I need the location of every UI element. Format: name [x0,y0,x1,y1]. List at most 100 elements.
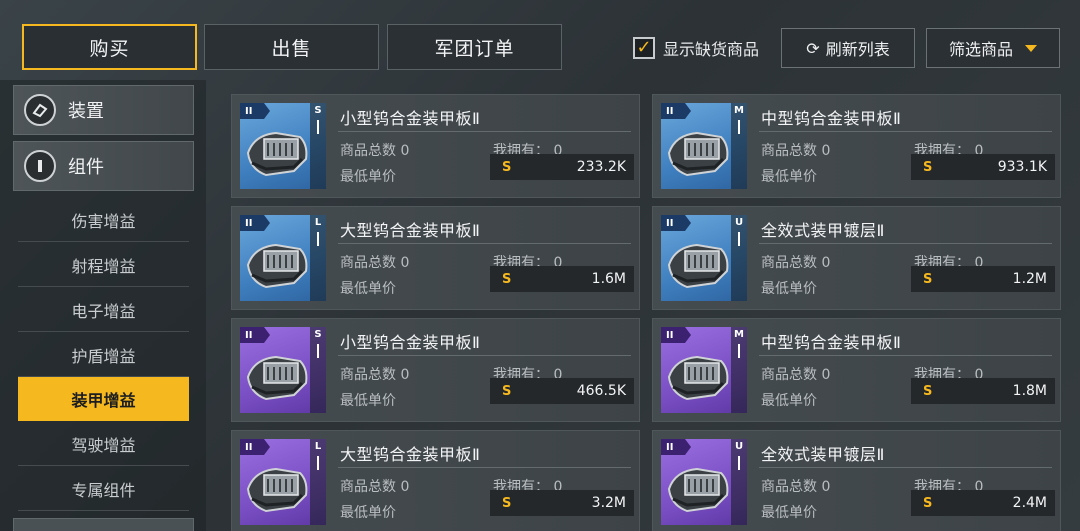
item-thumbnail: II U [661,439,747,525]
total-count-label: 商品总数 0 [761,143,831,159]
armor-plate-icon [246,467,308,513]
sidebar-item-label: 射程增益 [71,256,136,276]
tier-label: II [245,105,253,117]
checkbox-checked-icon[interactable]: ✓ [633,37,655,59]
refresh-list-label: 刷新列表 [825,40,890,59]
sidebar-item-range-boost[interactable]: 射程增益 [18,243,189,287]
total-count-value: 0 [821,479,831,495]
tier-label: II [666,105,674,117]
sidebar-item-exclusive-component[interactable]: 专属组件 [18,467,189,511]
tab-legion-orders-label: 军团订单 [434,37,515,60]
size-label: M [734,329,744,340]
price-box: S 933.1K [911,154,1055,180]
show-out-of-stock-toggle[interactable]: ✓ 显示缺货商品 [633,36,759,60]
size-label: S [314,105,322,116]
tier-label: II [245,217,253,229]
coin-icon: S [923,271,933,287]
sidebar-item-shield-boost[interactable]: 护盾增益 [18,333,189,377]
size-badge: M [731,327,747,413]
item-name: 全效式装甲镀层Ⅱ [761,445,885,464]
item-card[interactable]: II L 大型钨合金装甲板Ⅱ 商品总数 0 我拥有： 0 最低单价 S 3.2M [231,430,640,531]
sidebar-item-label: 驾驶增益 [71,435,136,455]
price-box: S 233.2K [490,154,634,180]
size-badge: M [731,103,747,189]
price-box: S 1.6M [490,266,634,292]
total-count-label: 商品总数 0 [761,367,831,383]
refresh-icon: ⟳ [806,38,820,58]
price-value: 1.2M [1012,271,1047,287]
item-thumbnail: II M [661,327,747,413]
total-count-label: 商品总数 0 [340,367,410,383]
total-count-value: 0 [400,255,410,271]
sidebar-category-component[interactable]: 组件 [13,141,194,191]
refresh-list-button[interactable]: ⟳ 刷新列表 [781,28,915,68]
size-badge: U [731,439,747,525]
price-value: 1.8M [1012,383,1047,399]
filter-items-label: 筛选商品 [948,40,1013,59]
armor-plate-icon [246,243,308,289]
item-name: 全效式装甲镀层Ⅱ [761,221,885,240]
sidebar-item-armor-boost[interactable]: 装甲增益 [18,377,189,421]
tab-legion-orders[interactable]: 军团订单 [387,24,562,70]
item-card[interactable]: II S 小型钨合金装甲板Ⅱ 商品总数 0 我拥有： 0 最低单价 S 233. [231,94,640,198]
item-thumbnail: II S [240,327,326,413]
item-card[interactable]: II M 中型钨合金装甲板Ⅱ 商品总数 0 我拥有： 0 最低单价 S 1.8M [652,318,1061,422]
tier-badge: II [240,327,270,343]
total-count-value: 0 [400,143,410,159]
coin-icon: S [923,383,933,399]
sidebar-item-label: 伤害增益 [71,211,136,231]
price-box: S 466.5K [490,378,634,404]
min-price-label: 最低单价 [340,393,396,409]
price-box: S 1.2M [911,266,1055,292]
total-count-value: 0 [821,255,831,271]
total-count-label: 商品总数 0 [340,255,410,271]
tier-badge: II [661,215,691,231]
min-price-label: 最低单价 [761,505,817,521]
tab-sell[interactable]: 出售 [204,24,379,70]
price-value: 2.4M [1012,495,1047,511]
price-value: 933.1K [997,159,1047,175]
min-price-label: 最低单价 [761,281,817,297]
coin-icon: S [502,383,512,399]
price-box: S 3.2M [490,490,634,516]
size-label: U [734,217,744,228]
sidebar-item-damage-boost[interactable]: 伤害增益 [18,198,189,242]
min-price-label: 最低单价 [340,281,396,297]
sidebar-item-label: 专属组件 [71,480,136,500]
tier-badge: II [661,439,691,455]
size-badge: L [310,439,326,525]
sidebar-category-partial[interactable] [13,518,194,531]
total-count-value: 0 [400,479,410,495]
tier-badge: II [240,215,270,231]
size-label: L [314,217,322,228]
coin-icon: S [923,159,933,175]
price-value: 1.6M [591,271,626,287]
tier-label: II [666,441,674,453]
coin-icon: S [502,495,512,511]
sidebar-category-label: 组件 [68,157,104,178]
armor-plate-icon [667,355,729,401]
sidebar-item-piloting-boost[interactable]: 驾驶增益 [18,422,189,466]
item-thumbnail: II L [240,215,326,301]
item-card[interactable]: II U 全效式装甲镀层Ⅱ 商品总数 0 我拥有： 0 最低单价 S 1.2M [652,206,1061,310]
show-out-of-stock-label: 显示缺货商品 [663,40,760,59]
tab-buy-label: 购买 [89,37,130,60]
coin-icon: S [502,271,512,287]
item-card[interactable]: II M 中型钨合金装甲板Ⅱ 商品总数 0 我拥有： 0 最低单价 S 933. [652,94,1061,198]
item-card[interactable]: II U 全效式装甲镀层Ⅱ 商品总数 0 我拥有： 0 最低单价 S 2.4M [652,430,1061,531]
total-count-label: 商品总数 0 [340,479,410,495]
size-label: U [734,441,744,452]
sidebar-item-electronic-boost[interactable]: 电子增益 [18,288,189,332]
tier-label: II [245,329,253,341]
tier-badge: II [240,439,270,455]
filter-items-button[interactable]: 筛选商品 [926,28,1060,68]
tab-buy[interactable]: 购买 [22,24,197,70]
sidebar-category-device[interactable]: 装置 [13,85,194,135]
tier-label: II [245,441,253,453]
item-card[interactable]: II S 小型钨合金装甲板Ⅱ 商品总数 0 我拥有： 0 最低单价 S 466. [231,318,640,422]
size-badge: S [310,103,326,189]
tab-sell-label: 出售 [271,37,312,60]
item-thumbnail: II L [240,439,326,525]
item-card[interactable]: II L 大型钨合金装甲板Ⅱ 商品总数 0 我拥有： 0 最低单价 S 1.6M [231,206,640,310]
item-name: 大型钨合金装甲板Ⅱ [340,221,481,240]
